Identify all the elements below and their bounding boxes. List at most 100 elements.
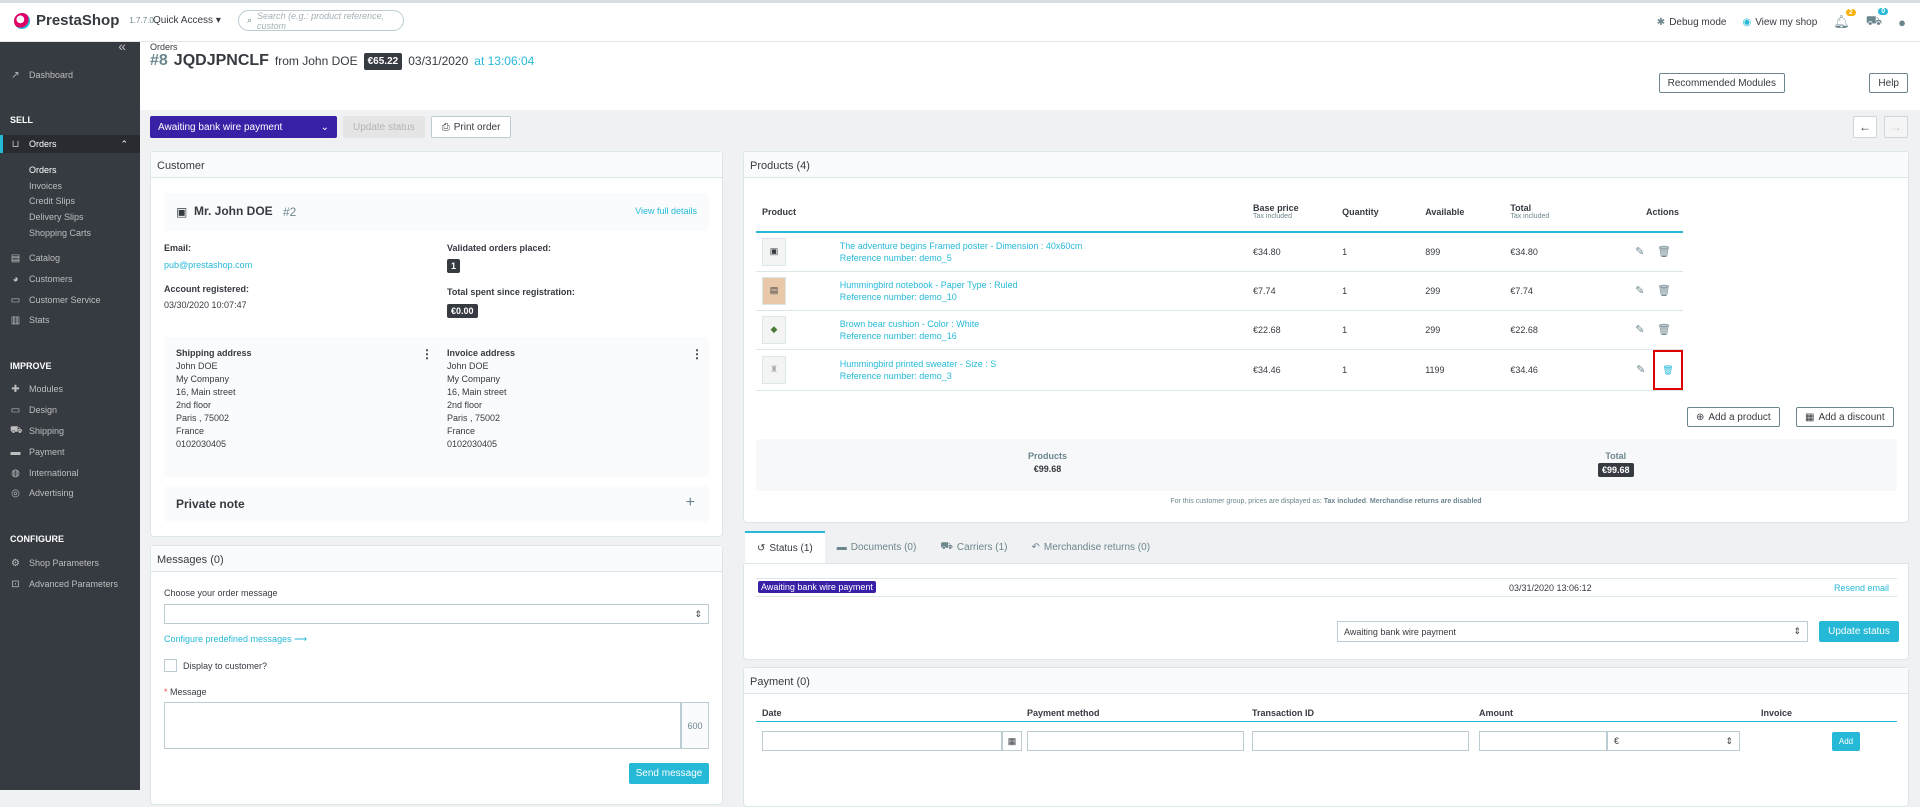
- transaction-id-input[interactable]: [1252, 731, 1469, 751]
- edit-icon[interactable]: ✎: [1635, 246, 1644, 258]
- message-textarea[interactable]: [164, 702, 681, 749]
- col-actions: Actions: [1635, 192, 1683, 233]
- plus-icon[interactable]: +: [686, 494, 695, 512]
- sidebar-item-dashboard[interactable]: ↗ Dashboard: [0, 66, 140, 84]
- col-payment-method: Payment method: [1027, 708, 1100, 718]
- payment-card: Payment (0) Date Payment method Transact…: [743, 667, 1909, 807]
- product-name-cell[interactable]: Hummingbird printed sweater - Size : S Re…: [839, 349, 1254, 391]
- private-note-panel[interactable]: Private note +: [164, 486, 709, 522]
- choose-message-label: Choose your order message: [164, 588, 278, 598]
- app-version: 1.7.7.0: [129, 16, 154, 25]
- base-price-cell: €22.68: [1253, 310, 1343, 350]
- order-message-select[interactable]: ⇕: [164, 604, 709, 624]
- tab-carriers[interactable]: ⛟ Carriers (1): [928, 531, 1019, 563]
- sidebar-item-design[interactable]: ▭ Design: [0, 401, 140, 419]
- status-select[interactable]: Awaiting bank wire payment ⇕: [1337, 621, 1808, 642]
- sidebar-item-payment[interactable]: ▬ Payment: [0, 443, 140, 461]
- debug-mode-link[interactable]: ✱ Debug mode: [1657, 17, 1727, 28]
- collapse-sidebar-icon[interactable]: «: [118, 38, 126, 54]
- sidebar-item-orders[interactable]: ⊔ Orders ⌃: [0, 135, 140, 153]
- sidebar-sub-credit-slips[interactable]: Credit Slips: [29, 196, 75, 206]
- total-cell: €7.74: [1510, 271, 1636, 311]
- payment-date-input[interactable]: [762, 731, 1002, 751]
- add-discount-button[interactable]: ▦ Add a discount: [1796, 407, 1894, 427]
- status-date: 03/31/2020 13:06:12: [1509, 583, 1592, 593]
- edit-icon[interactable]: ✎: [1636, 364, 1645, 376]
- previous-order-button[interactable]: ←: [1853, 116, 1877, 138]
- delete-icon[interactable]: 🗑︎: [1657, 324, 1671, 336]
- sidebar-item-international[interactable]: ◍ International: [0, 464, 140, 482]
- sidebar-item-stats[interactable]: ▥ Stats: [0, 311, 140, 329]
- delete-icon[interactable]: 🗑︎: [1657, 246, 1671, 258]
- product-name-cell[interactable]: Brown bear cushion - Color : White Refere…: [839, 310, 1254, 350]
- messages-card: Messages (0) Choose your order message ⇕…: [150, 545, 723, 805]
- configure-messages-link[interactable]: Configure predefined messages ⟶: [164, 634, 307, 645]
- view-shop-link[interactable]: ◉ View my shop: [1742, 17, 1817, 28]
- person-icon: ▣: [176, 205, 188, 219]
- customer-card-title: Customer: [151, 152, 722, 178]
- breadcrumb[interactable]: Orders: [150, 42, 178, 52]
- poster-image-icon: ▣: [769, 246, 779, 257]
- product-thumbnail: ▣: [762, 237, 786, 266]
- update-status-submit-button[interactable]: Update status: [1819, 621, 1899, 642]
- table-row: ♜ Hummingbird printed sweater - Size : S…: [756, 349, 1683, 391]
- sidebar-sub-shopping-carts[interactable]: Shopping Carts: [29, 228, 91, 238]
- edit-icon[interactable]: ✎: [1635, 324, 1644, 336]
- message-char-counter: 600: [681, 702, 709, 749]
- send-message-button[interactable]: Send message: [629, 763, 709, 784]
- help-button[interactable]: Help: [1869, 73, 1908, 93]
- search-input[interactable]: ⌕ Search (e.g.: product reference, custo…: [238, 10, 404, 31]
- calendar-button[interactable]: ▦: [1002, 731, 1022, 751]
- quantity-cell: 1: [1342, 271, 1426, 311]
- sidebar-item-shipping[interactable]: ⛟ Shipping: [0, 422, 140, 440]
- sidebar-item-modules[interactable]: ✚ Modules: [0, 380, 140, 398]
- add-payment-button[interactable]: Add: [1832, 732, 1860, 751]
- delete-icon-highlighted[interactable]: 🗑︎: [1653, 349, 1683, 390]
- tab-merchandise-returns[interactable]: ↶ Merchandise returns (0): [1019, 531, 1162, 563]
- sidebar-sub-orders[interactable]: Orders: [29, 165, 57, 175]
- sidebar-item-customer-service[interactable]: ▭ Customer Service: [0, 291, 140, 309]
- display-to-customer-checkbox[interactable]: [164, 659, 177, 672]
- sidebar-item-advertising[interactable]: ◎ Advertising: [0, 484, 140, 502]
- sidebar-item-catalog[interactable]: ▤ Catalog: [0, 249, 140, 267]
- tab-documents[interactable]: ▬ Documents (0): [825, 531, 929, 563]
- edit-icon[interactable]: ✎: [1635, 285, 1644, 297]
- shipping-address-title: Shipping address: [176, 348, 252, 358]
- employee-menu-button[interactable]: ●: [1898, 15, 1906, 30]
- tab-status[interactable]: ↺ Status (1): [745, 531, 825, 563]
- product-name-cell[interactable]: Hummingbird notebook - Paper Type : Rule…: [839, 271, 1254, 311]
- cart-icon: ⛟: [1865, 13, 1883, 28]
- logo[interactable]: PrestaShop 1.7.7.0: [14, 12, 154, 29]
- bar-chart-icon: ▥: [10, 314, 21, 326]
- print-order-button[interactable]: ⎙ Print order: [430, 116, 512, 138]
- sidebar-sub-invoices[interactable]: Invoices: [29, 181, 62, 191]
- bell-icon: 🔔︎: [1833, 14, 1850, 29]
- order-date: 03/31/2020: [408, 54, 469, 68]
- resend-email-link[interactable]: Resend email: [1834, 583, 1889, 593]
- recommended-modules-button[interactable]: Recommended Modules: [1658, 73, 1785, 93]
- sidebar-item-shop-parameters[interactable]: ⚙ Shop Parameters: [0, 554, 140, 572]
- delete-icon[interactable]: 🗑︎: [1657, 285, 1671, 297]
- sidebar-sub-delivery-slips[interactable]: Delivery Slips: [29, 212, 84, 222]
- sidebar-item-customers[interactable]: ◕ Customers: [0, 270, 140, 288]
- currency-select[interactable]: € ⇕: [1607, 731, 1740, 751]
- update-status-button[interactable]: Update status: [343, 116, 425, 138]
- customer-email-link[interactable]: pub@prestashop.com: [164, 260, 252, 270]
- summary-total: Total €99.68: [1598, 451, 1634, 477]
- shipping-more-icon[interactable]: ⋮: [421, 347, 433, 361]
- invoice-more-icon[interactable]: ⋮: [691, 347, 703, 361]
- sidebar-item-advanced-parameters[interactable]: ⊡ Advanced Parameters: [0, 575, 140, 593]
- cart-notifications-button[interactable]: ⛟ 0: [1865, 8, 1889, 31]
- add-product-button[interactable]: ⊕ Add a product: [1687, 407, 1780, 427]
- notifications-button[interactable]: 🔔︎ 2: [1833, 9, 1856, 30]
- product-name-cell[interactable]: The adventure begins Framed poster - Dim…: [839, 232, 1254, 272]
- view-full-details-link[interactable]: View full details: [635, 206, 697, 216]
- order-amount-badge: €65.22: [363, 52, 403, 70]
- order-status-select[interactable]: Awaiting bank wire payment ⌄: [150, 116, 337, 138]
- quick-access-button[interactable]: Quick Access ▾: [153, 15, 221, 26]
- next-order-button[interactable]: →: [1884, 116, 1908, 138]
- payment-amount-input[interactable]: [1479, 731, 1607, 751]
- col-available: Available: [1425, 192, 1511, 233]
- payment-method-input[interactable]: [1027, 731, 1244, 751]
- status-history-row: Awaiting bank wire payment 03/31/2020 13…: [756, 578, 1897, 597]
